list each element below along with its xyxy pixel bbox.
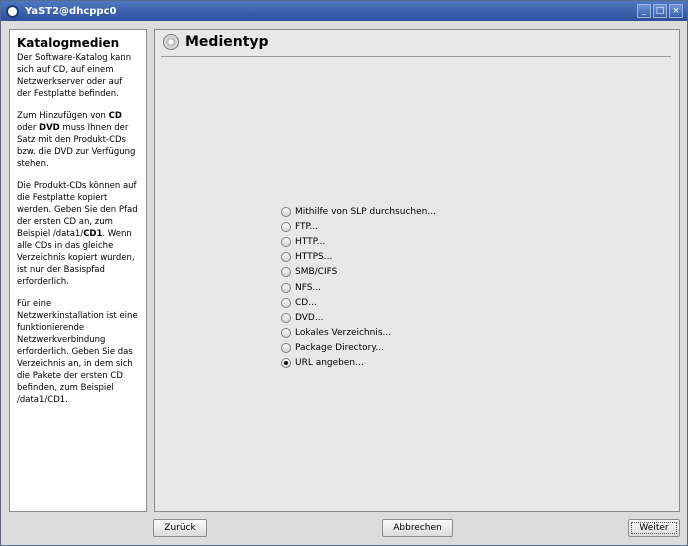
radio-option-ftp[interactable]: FTP... (281, 219, 436, 234)
title-bar[interactable]: YaST2@dhcppc0 _ □ × (1, 1, 687, 21)
radio-option-smb[interactable]: SMB/CIFS (281, 265, 436, 280)
radio-option-local-dir[interactable]: Lokales Verzeichnis... (281, 326, 436, 341)
radio-button[interactable] (281, 221, 291, 232)
main-panel: Medientyp Mithilfe von SLP durchsuchen..… (154, 29, 680, 512)
radio-button[interactable] (281, 312, 291, 323)
radio-label[interactable]: SMB/CIFS (295, 267, 337, 277)
yast-app-icon (6, 4, 19, 18)
yast-window: YaST2@dhcppc0 _ □ × Katalogmedien Der So… (0, 0, 688, 546)
radio-option-http[interactable]: HTTP... (281, 234, 436, 249)
radio-label[interactable]: NFS... (295, 283, 321, 293)
radio-option-cd[interactable]: CD... (281, 295, 436, 310)
help-title: Katalogmedien (17, 36, 120, 50)
radio-label[interactable]: Package Directory... (295, 343, 384, 353)
radio-button[interactable] (281, 267, 291, 278)
radio-label[interactable]: Lokales Verzeichnis... (295, 328, 391, 338)
page-title: Medientyp (185, 34, 269, 50)
next-button[interactable]: Weiter (628, 519, 680, 537)
help-paragraph-2: Zum Hinzufügen von CD oder DVD muss Ihne… (17, 111, 136, 169)
radio-option-nfs[interactable]: NFS... (281, 280, 436, 295)
maximize-button[interactable]: □ (653, 4, 667, 18)
radio-option-dvd[interactable]: DVD... (281, 310, 436, 325)
radio-option-https[interactable]: HTTPS... (281, 250, 436, 265)
radio-button[interactable] (281, 252, 291, 263)
radio-button-selected[interactable] (281, 358, 291, 369)
radio-label[interactable]: URL angeben... (295, 358, 364, 368)
cd-icon (163, 34, 179, 50)
radio-button[interactable] (281, 343, 291, 354)
radio-button[interactable] (281, 236, 291, 247)
help-paragraph-1: Der Software-Katalog kann sich auf CD, a… (17, 53, 132, 99)
back-button[interactable]: Zurück (153, 519, 207, 537)
radio-button[interactable] (281, 206, 291, 217)
radio-label[interactable]: DVD... (295, 313, 323, 323)
close-button[interactable]: × (669, 4, 683, 18)
abort-button[interactable]: Abbrechen (382, 519, 453, 537)
radio-label[interactable]: HTTP... (295, 237, 325, 247)
help-paragraph-4: Für eine Netzwerkinstallation ist eine f… (17, 299, 138, 405)
radio-button[interactable] (281, 328, 291, 339)
window-title: YaST2@dhcppc0 (25, 5, 117, 17)
media-type-radio-group: Mithilfe von SLP durchsuchen... FTP... H… (281, 204, 436, 371)
help-paragraph-3: Die Produkt-CDs können auf die Festplatt… (17, 181, 138, 287)
radio-option-slp[interactable]: Mithilfe von SLP durchsuchen... (281, 204, 436, 219)
minimize-button[interactable]: _ (637, 4, 651, 18)
radio-option-package-dir[interactable]: Package Directory... (281, 341, 436, 356)
main-header: Medientyp (163, 34, 269, 50)
radio-label[interactable]: CD... (295, 298, 317, 308)
radio-option-url[interactable]: URL angeben... (281, 356, 436, 371)
window-controls: _ □ × (637, 4, 683, 18)
radio-button[interactable] (281, 282, 291, 293)
radio-label[interactable]: FTP... (295, 222, 318, 232)
help-panel[interactable]: Katalogmedien Der Software-Katalog kann … (9, 29, 147, 512)
radio-button[interactable] (281, 297, 291, 308)
radio-label[interactable]: Mithilfe von SLP durchsuchen... (295, 207, 436, 217)
radio-label[interactable]: HTTPS... (295, 252, 332, 262)
header-divider (161, 56, 671, 57)
